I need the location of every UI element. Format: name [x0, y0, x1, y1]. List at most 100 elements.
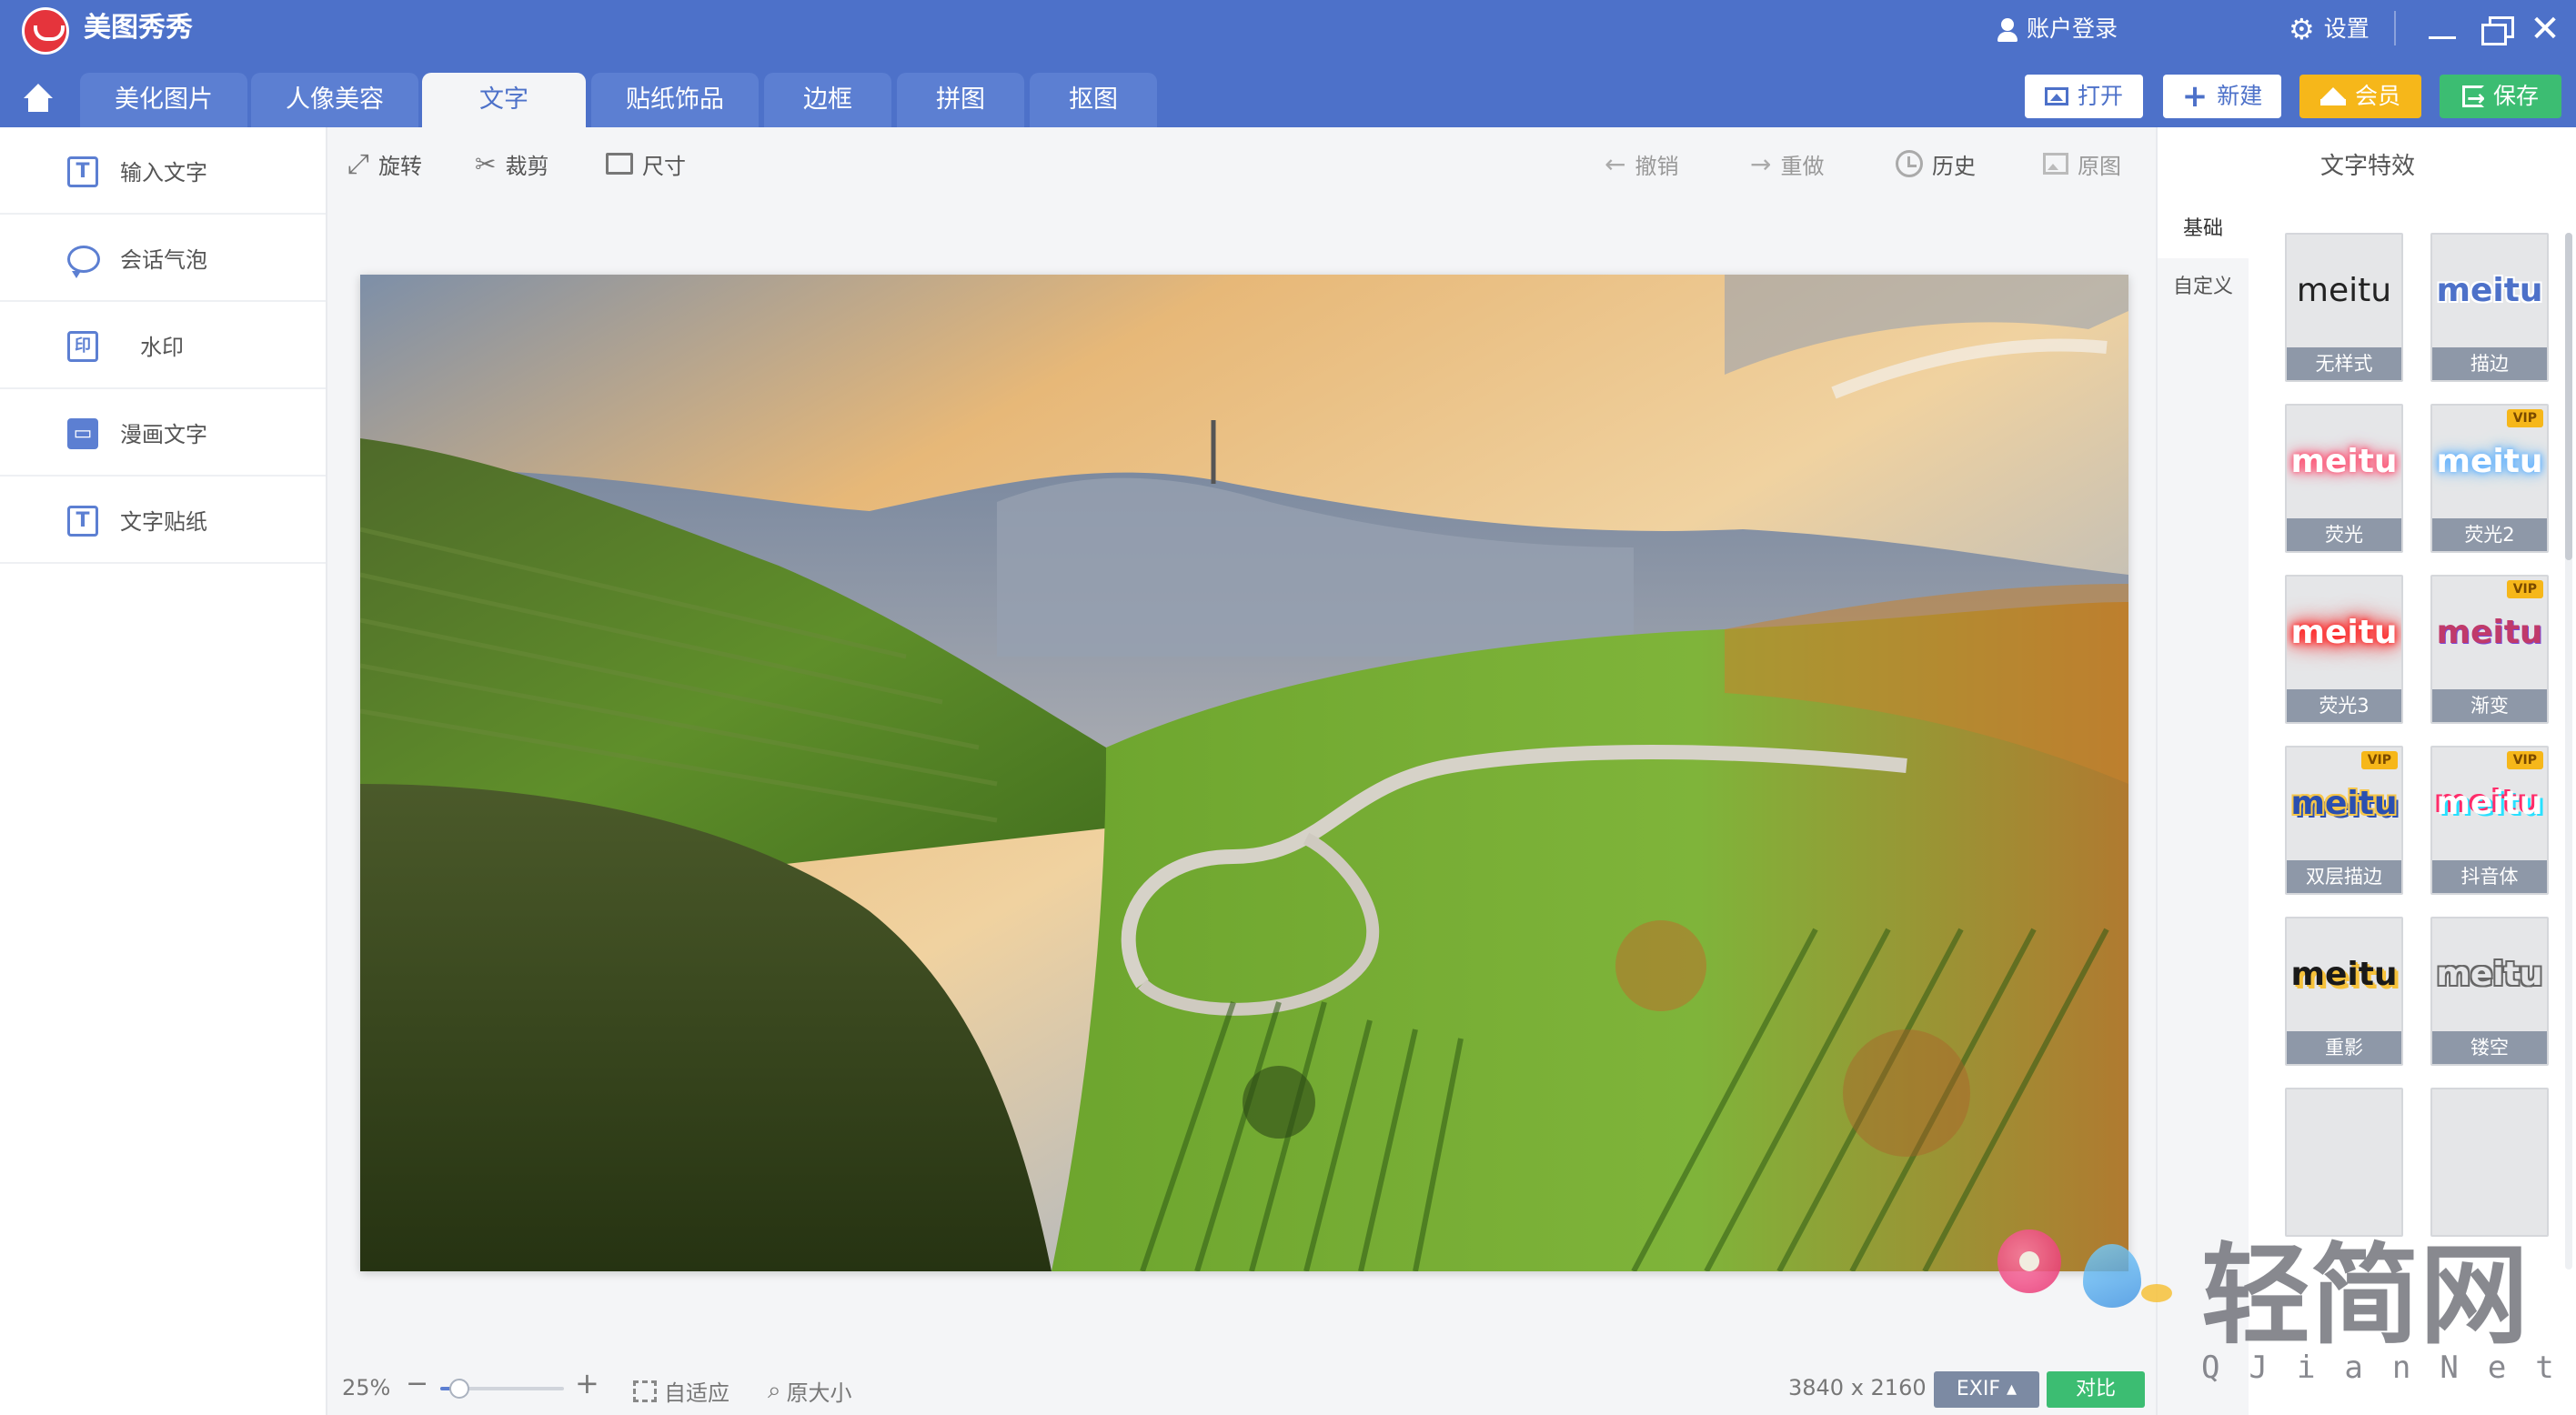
new-label: 新建 — [2217, 83, 2263, 109]
scrollbar-thumb[interactable] — [2565, 233, 2572, 560]
style-sample: meitu — [2290, 614, 2398, 651]
style-sample: meitu — [2290, 443, 2398, 480]
sidebar-item-label: 输入文字 — [120, 159, 207, 186]
sidebar-item-label: 文字贴纸 — [120, 508, 207, 535]
zoom-in-button[interactable]: + — [575, 1366, 599, 1400]
tab-text[interactable]: 文字 — [422, 73, 586, 127]
style-card-double-stroke[interactable]: meitu 双层描边 VIP — [2285, 746, 2403, 895]
zoom-slider[interactable] — [440, 1379, 564, 1399]
fit-to-window-button[interactable]: 自适应 — [633, 1375, 730, 1407]
restore-button[interactable] — [2476, 9, 2516, 49]
clock-icon — [1896, 150, 1923, 177]
zoom-out-button[interactable]: − — [406, 1368, 428, 1400]
style-card-shadow[interactable]: meitu 重影 — [2285, 917, 2403, 1066]
style-sample: meitu — [2296, 272, 2392, 309]
vip-badge: VIP — [2506, 751, 2543, 769]
compare-button[interactable]: 对比 — [2047, 1371, 2145, 1408]
style-sample: meitu — [2436, 272, 2543, 309]
window-controls-divider — [2394, 11, 2396, 45]
style-card-glow3[interactable]: meitu 荧光3 — [2285, 575, 2403, 724]
gear-icon: ⚙ — [2289, 12, 2315, 46]
tab-stickers[interactable]: 贴纸饰品 — [591, 73, 759, 127]
resize-label: 尺寸 — [642, 153, 686, 179]
style-label: 镂空 — [2432, 1031, 2547, 1064]
crop-label: 裁剪 — [505, 153, 549, 179]
style-card-plain[interactable]: meitu 无样式 — [2285, 233, 2403, 382]
site-watermark-subtext: QJianNet — [2201, 1350, 2576, 1386]
rotate-button[interactable]: ⤢ 旋转 — [347, 136, 422, 191]
style-label: 荧光2 — [2432, 518, 2547, 551]
text-style-grid: meitu 无样式 meitu 描边 meitu 荧光 meitu 荧光2 VI… — [2285, 233, 2558, 1251]
tab-basic[interactable]: 基础 — [2158, 200, 2249, 258]
edited-photo[interactable] — [360, 275, 2128, 1271]
style-card-glow[interactable]: meitu 荧光 — [2285, 404, 2403, 553]
style-card-gradient[interactable]: meitu 渐变 VIP — [2430, 575, 2549, 724]
status-bar: 25% − + 自适应 ⌕ 原大小 3840 x 2160 EXIF ▴ 对比 — [327, 1364, 2156, 1415]
vip-badge: VIP — [2506, 409, 2543, 427]
tab-custom[interactable]: 自定义 — [2158, 258, 2249, 316]
sidebar-item-watermark[interactable]: 印 水印 — [0, 302, 326, 389]
style-label: 荧光 — [2287, 518, 2401, 551]
zoom-slider-handle[interactable] — [449, 1379, 469, 1399]
vip-button[interactable]: 会员 — [2299, 75, 2421, 118]
tab-portrait[interactable]: 人像美容 — [251, 73, 418, 127]
sidebar-item-label: 漫画文字 — [120, 421, 207, 447]
settings-label: 设置 — [2323, 15, 2370, 42]
style-card-partial[interactable] — [2430, 1088, 2549, 1237]
tab-cutout[interactable]: 抠图 — [1030, 73, 1157, 127]
tab-frames[interactable]: 边框 — [764, 73, 891, 127]
exif-label: EXIF — [1956, 1378, 2001, 1400]
account-login-link[interactable]: 账户登录 — [1997, 11, 2118, 47]
open-label: 打开 — [2077, 83, 2123, 109]
style-card-stroke[interactable]: meitu 描边 — [2430, 233, 2549, 382]
close-button[interactable]: ✕ — [2525, 9, 2565, 49]
redo-label: 重做 — [1780, 153, 1825, 179]
speech-bubble-icon — [67, 246, 100, 278]
new-button[interactable]: + 新建 — [2163, 75, 2281, 118]
sidebar-item-speech-bubble[interactable]: 会话气泡 — [0, 215, 326, 302]
text-input-icon: T — [67, 156, 98, 187]
style-card-hollow[interactable]: meitu 镂空 — [2430, 917, 2549, 1066]
sidebar-item-text-sticker[interactable]: T 文字贴纸 — [0, 477, 326, 564]
redo-button[interactable]: → 重做 — [1750, 136, 1824, 191]
settings-link[interactable]: ⚙ 设置 — [2289, 11, 2370, 47]
style-label: 抖音体 — [2432, 860, 2547, 893]
site-watermark-leaf — [2141, 1284, 2172, 1302]
style-card-tiktok[interactable]: meitu 抖音体 VIP — [2430, 746, 2549, 895]
editing-canvas: ⤢ 旋转 ✂ 裁剪 尺寸 ← 撤销 → 重做 历史 原图 25% − + 自适应… — [327, 127, 2156, 1415]
undo-icon: ← — [1605, 148, 1626, 179]
original-button[interactable]: 原图 — [2043, 136, 2121, 191]
open-button[interactable]: 打开 — [2025, 75, 2143, 118]
style-label: 重影 — [2287, 1031, 2401, 1064]
minimize-button[interactable] — [2423, 9, 2463, 49]
style-sample: meitu — [2290, 956, 2398, 993]
tab-collage[interactable]: 拼图 — [897, 73, 1024, 127]
undo-button[interactable]: ← 撤销 — [1605, 136, 1678, 191]
style-card-partial[interactable] — [2285, 1088, 2403, 1237]
save-label: 保存 — [2492, 83, 2539, 109]
sidebar-item-input-text[interactable]: T 输入文字 — [0, 127, 326, 215]
comic-text-icon: ▭ — [67, 418, 98, 449]
title-bar: 美图秀秀 账户登录 ⚙ 设置 ✕ 美化图片 人像美容 文字 贴纸饰品 边框 拼图… — [0, 0, 2576, 127]
panel-title: 文字特效 — [2319, 153, 2415, 180]
magnifier-icon: ⌕ — [768, 1377, 781, 1404]
crop-button[interactable]: ✂ 裁剪 — [475, 136, 548, 191]
vip-badge: VIP — [2360, 751, 2398, 769]
home-icon[interactable] — [20, 84, 56, 116]
resize-button[interactable]: 尺寸 — [606, 136, 686, 191]
styles-scrollbar[interactable] — [2565, 233, 2572, 1269]
redo-icon: → — [1750, 148, 1772, 179]
exif-button[interactable]: EXIF ▴ — [1934, 1371, 2039, 1408]
history-button[interactable]: 历史 — [1896, 136, 1976, 191]
fit-icon — [633, 1380, 657, 1402]
undo-label: 撤销 — [1635, 153, 1679, 179]
tab-beautify[interactable]: 美化图片 — [80, 73, 247, 127]
style-card-glow2[interactable]: meitu 荧光2 VIP — [2430, 404, 2549, 553]
save-button[interactable]: 保存 — [2440, 75, 2561, 119]
vip-badge: VIP — [2506, 580, 2543, 598]
text-effects-panel: 文字特效 基础 自定义 meitu 无样式 meitu 描边 meitu 荧光 … — [2156, 127, 2576, 1415]
actual-size-button[interactable]: ⌕ 原大小 — [768, 1375, 852, 1407]
sidebar-item-comic-text[interactable]: ▭ 漫画文字 — [0, 389, 326, 477]
app-logo — [22, 7, 69, 55]
style-sample: meitu — [2436, 956, 2543, 993]
